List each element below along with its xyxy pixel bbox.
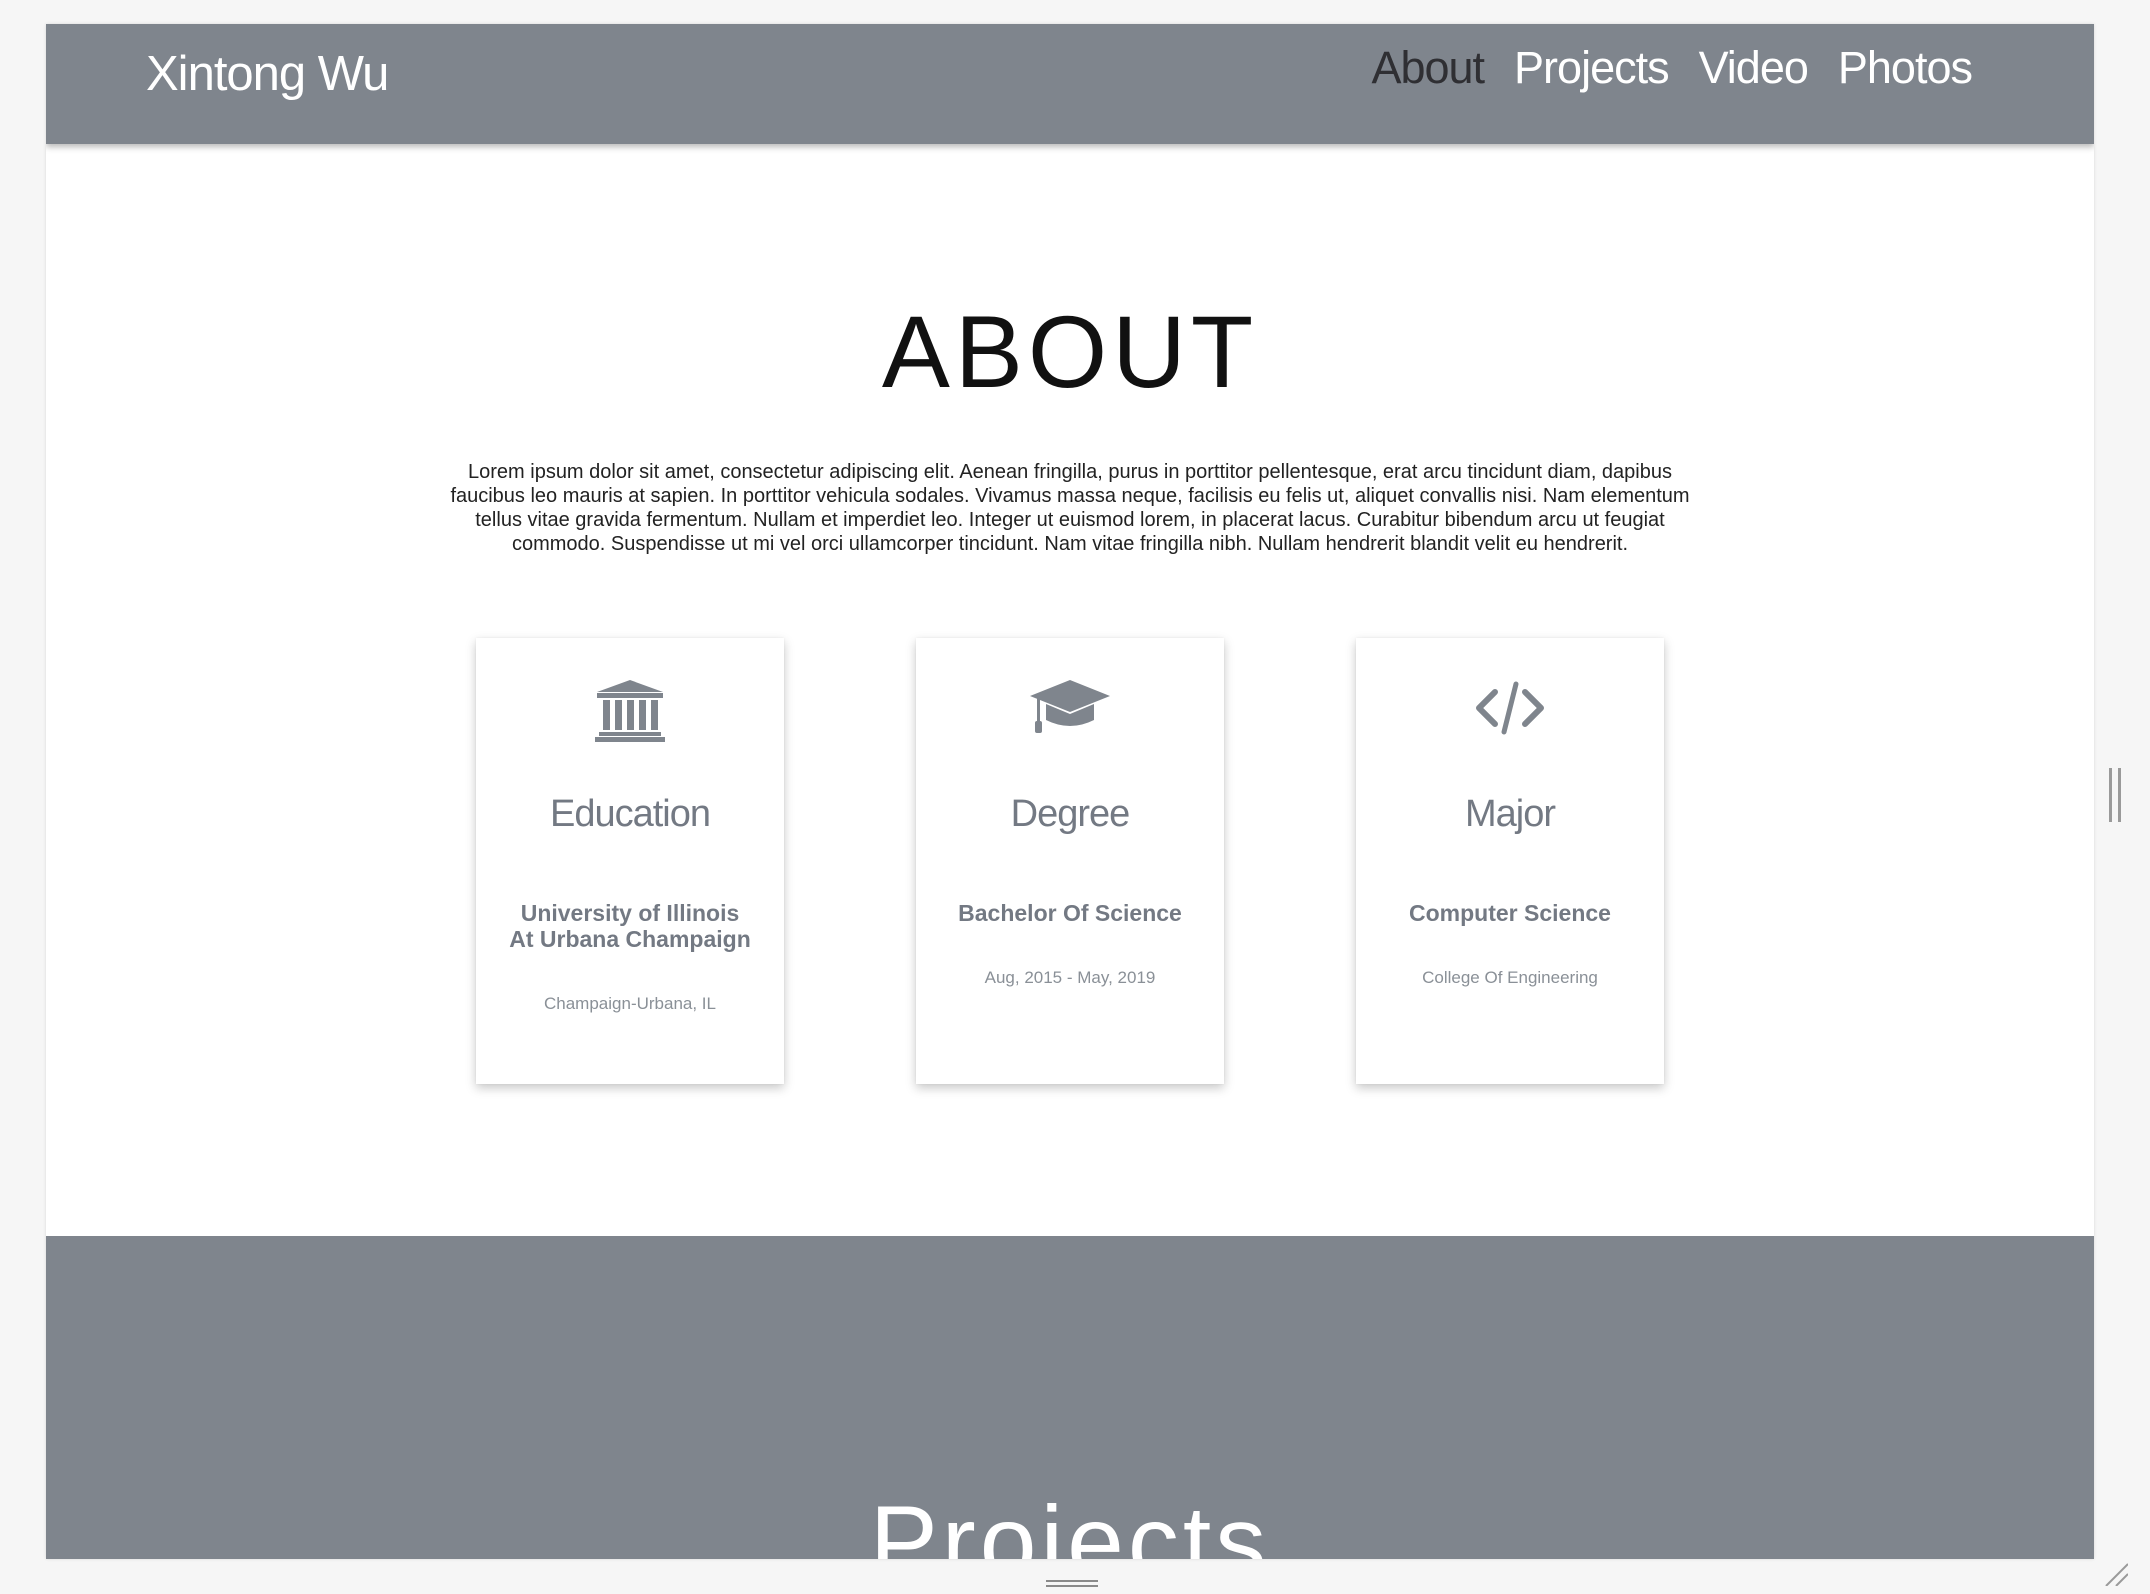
about-title: ABOUT xyxy=(881,295,1259,409)
code-icon xyxy=(1356,678,1664,746)
bottom-drag-handle[interactable] xyxy=(1046,1576,1098,1587)
institution-icon xyxy=(476,678,784,746)
major-card: Major Computer Science College Of Engine… xyxy=(1356,638,1664,1084)
nav-links: About Projects Video Photos xyxy=(1371,42,1973,94)
card-primary-text: Bachelor Of Science xyxy=(958,900,1182,926)
graduation-cap-icon xyxy=(916,678,1224,746)
nav-link-video[interactable]: Video xyxy=(1699,42,1809,94)
card-secondary-text: Aug, 2015 - May, 2019 xyxy=(984,968,1156,987)
card-title: Major xyxy=(1464,793,1556,835)
card-primary-text: Computer Science xyxy=(1409,900,1611,926)
degree-card: Degree Bachelor Of Science Aug, 2015 - M… xyxy=(916,638,1224,1084)
nav-link-projects[interactable]: Projects xyxy=(1514,42,1670,94)
card-title: Degree xyxy=(1010,793,1131,835)
card-secondary-text: Champaign-Urbana, IL xyxy=(544,994,716,1013)
about-description: Lorem ipsum dolor sit amet, consectetur … xyxy=(450,461,1690,555)
card-secondary-text: College Of Engineering xyxy=(1422,968,1598,987)
page-frame: Xintong Wu About Projects Video Photos A… xyxy=(46,24,2094,1559)
card-primary-text: University of Illinois At Urbana Champai… xyxy=(509,900,751,952)
navbar: Xintong Wu About Projects Video Photos xyxy=(46,24,2094,144)
brand-name[interactable]: Xintong Wu xyxy=(146,46,389,102)
card-title: Education xyxy=(549,793,711,835)
projects-section: Projects xyxy=(46,1236,2094,1559)
nav-link-about[interactable]: About xyxy=(1371,42,1485,94)
education-card: Education University of Illinois At Urba… xyxy=(476,638,784,1084)
nav-link-photos[interactable]: Photos xyxy=(1838,42,1973,94)
resize-grip-icon[interactable] xyxy=(2102,1560,2129,1587)
projects-title: Projects xyxy=(869,1485,1271,1559)
side-drag-handle[interactable] xyxy=(2109,768,2121,822)
